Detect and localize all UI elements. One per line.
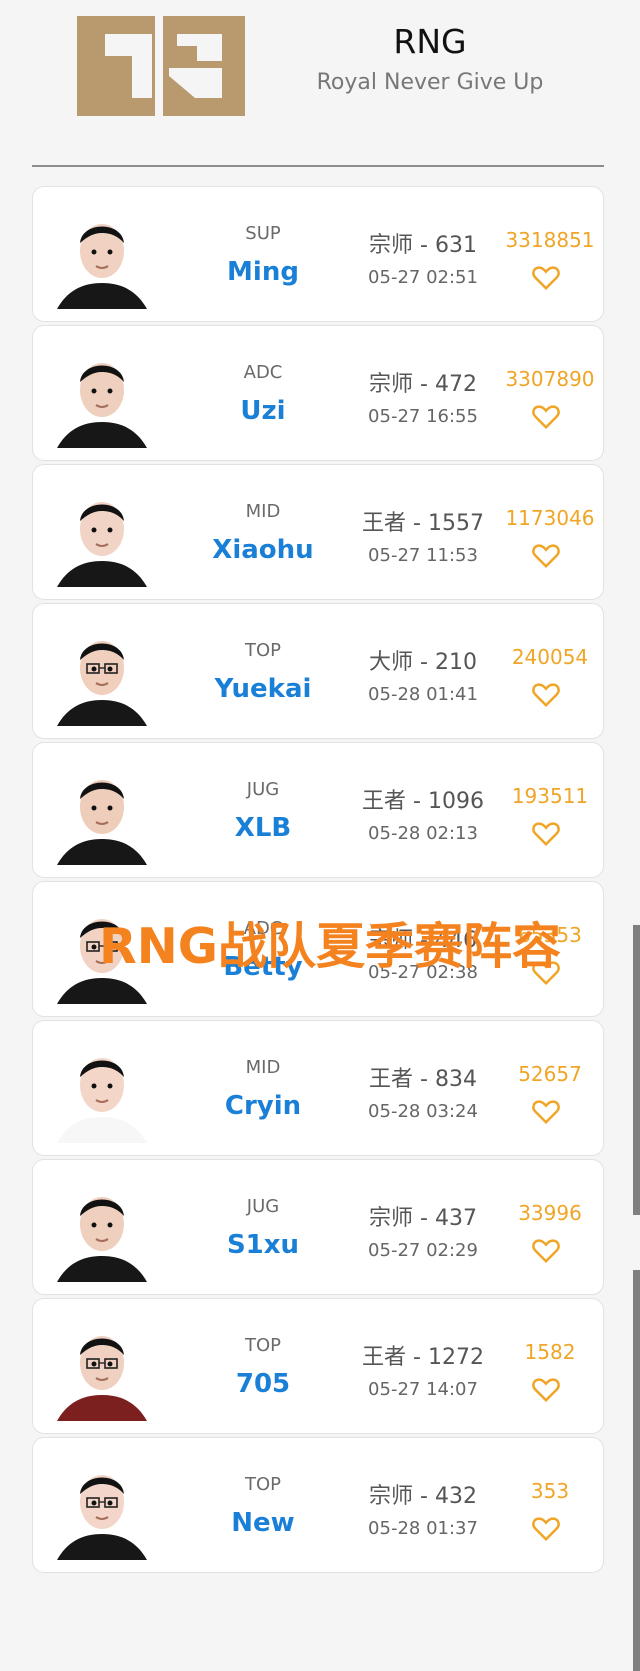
heart-outline-icon[interactable]	[531, 1236, 561, 1264]
player-position: JUG	[246, 779, 280, 800]
player-score: 240054	[511, 645, 589, 669]
player-position: TOP	[244, 640, 282, 661]
player-avatar	[47, 1176, 157, 1282]
scrollbar-track[interactable]	[633, 1270, 640, 1671]
player-name[interactable]: XLB	[193, 813, 333, 843]
player-card[interactable]: MID Cryin 王者 - 834 05-28 03:24 52657	[32, 1020, 604, 1156]
heart-outline-icon[interactable]	[531, 1514, 561, 1542]
player-position: JUG	[246, 1196, 280, 1217]
player-card[interactable]: SUP Ming 宗师 - 631 05-27 02:51 3318851	[32, 186, 604, 322]
player-rank: 王者 - 1272	[362, 1345, 484, 1370]
player-avatar	[47, 342, 157, 448]
player-name[interactable]: Ming	[193, 257, 333, 287]
player-position: MID	[245, 501, 281, 522]
player-avatar	[47, 1454, 157, 1560]
player-score: 3307890	[505, 367, 595, 391]
player-score: 1173046	[505, 506, 595, 530]
player-card[interactable]: TOP Yuekai 大师 - 210 05-28 01:41 240054	[32, 603, 604, 739]
team-title: RNG	[393, 22, 467, 61]
player-card[interactable]: TOP 705 王者 - 1272 05-27 14:07 1582	[32, 1298, 604, 1434]
player-score: 33996	[518, 1201, 582, 1225]
player-position: MID	[245, 1057, 281, 1078]
player-time: 05-27 16:55	[368, 406, 478, 427]
player-name[interactable]: 705	[193, 1369, 333, 1399]
team-header: RNG Royal Never Give Up	[0, 0, 640, 170]
overlay-caption: RNG战队夏季赛阵容	[99, 918, 561, 975]
player-avatar	[47, 481, 157, 587]
player-card[interactable]: ADC Uzi 宗师 - 472 05-27 16:55 3307890	[32, 325, 604, 461]
player-time: 05-28 01:41	[368, 684, 478, 705]
player-score: 52657	[518, 1062, 582, 1086]
player-time: 05-28 03:24	[368, 1101, 478, 1122]
header-divider	[32, 165, 604, 167]
scrollbar-thumb[interactable]	[633, 925, 640, 1215]
player-time: 05-28 02:13	[368, 823, 478, 844]
player-time: 05-27 11:53	[368, 545, 478, 566]
player-time: 05-28 01:37	[368, 1518, 478, 1539]
heart-outline-icon[interactable]	[531, 819, 561, 847]
player-time: 05-27 02:29	[368, 1240, 478, 1261]
player-rank: 王者 - 1096	[362, 789, 484, 814]
player-time: 05-27 14:07	[368, 1379, 478, 1400]
player-rank: 王者 - 1557	[362, 511, 484, 536]
player-rank: 宗师 - 437	[369, 1206, 477, 1231]
player-time: 05-27 02:51	[368, 267, 478, 288]
player-name[interactable]: Cryin	[193, 1091, 333, 1121]
player-card[interactable]: JUG XLB 王者 - 1096 05-28 02:13 193511	[32, 742, 604, 878]
player-score: 1582	[524, 1340, 576, 1364]
player-rank: 宗师 - 631	[369, 233, 477, 258]
heart-outline-icon[interactable]	[531, 402, 561, 430]
player-name[interactable]: New	[193, 1508, 333, 1538]
player-name[interactable]: Xiaohu	[193, 535, 333, 565]
player-rank: 大师 - 210	[369, 650, 477, 675]
player-position: TOP	[244, 1335, 282, 1356]
player-rank: 宗师 - 472	[369, 372, 477, 397]
player-card[interactable]: JUG S1xu 宗师 - 437 05-27 02:29 33996	[32, 1159, 604, 1295]
player-avatar	[47, 759, 157, 865]
player-avatar	[47, 620, 157, 726]
player-position: TOP	[244, 1474, 282, 1495]
player-name[interactable]: Uzi	[193, 396, 333, 426]
player-position: ADC	[243, 362, 283, 383]
player-score: 353	[530, 1479, 570, 1503]
rng-logo	[77, 16, 245, 116]
team-subtitle: Royal Never Give Up	[316, 70, 544, 95]
player-rank: 宗师 - 432	[369, 1484, 477, 1509]
player-score: 3318851	[505, 228, 595, 252]
heart-outline-icon[interactable]	[531, 1375, 561, 1403]
player-avatar	[47, 1037, 157, 1143]
heart-outline-icon[interactable]	[531, 680, 561, 708]
player-name[interactable]: S1xu	[193, 1230, 333, 1260]
heart-outline-icon[interactable]	[531, 1097, 561, 1125]
player-score: 193511	[511, 784, 589, 808]
heart-outline-icon[interactable]	[531, 541, 561, 569]
player-name[interactable]: Yuekai	[193, 674, 333, 704]
heart-outline-icon[interactable]	[531, 263, 561, 291]
player-avatar	[47, 203, 157, 309]
player-rank: 王者 - 834	[369, 1067, 477, 1092]
player-position: SUP	[245, 223, 281, 244]
player-card[interactable]: TOP New 宗师 - 432 05-28 01:37 353	[32, 1437, 604, 1573]
player-avatar	[47, 1315, 157, 1421]
player-card[interactable]: MID Xiaohu 王者 - 1557 05-27 11:53 1173046	[32, 464, 604, 600]
